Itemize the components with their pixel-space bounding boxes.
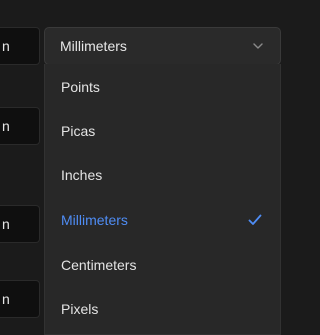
unit-field-2-value: n xyxy=(2,118,10,134)
unit-field-4-value: n xyxy=(2,291,10,307)
menu-item-centimeters[interactable]: Centimeters xyxy=(45,246,280,284)
menu-item-label: Picas xyxy=(61,123,96,139)
unit-field-2[interactable]: n xyxy=(0,107,40,145)
unit-field-1[interactable]: n xyxy=(0,27,40,65)
menu-item-pixels[interactable]: Pixels xyxy=(45,290,280,328)
unit-field-4[interactable]: n xyxy=(0,280,40,318)
units-dropdown-menu: Points Picas Inches Millimeters Centimet… xyxy=(44,64,281,335)
units-select[interactable]: Millimeters xyxy=(44,27,281,65)
units-panel: n n n n Millimeters Points Picas Inches … xyxy=(0,0,289,335)
menu-item-label: Pixels xyxy=(61,301,99,317)
menu-item-inches[interactable]: Inches xyxy=(45,156,280,194)
menu-item-points[interactable]: Points xyxy=(45,68,280,106)
menu-item-label: Points xyxy=(61,79,100,95)
menu-item-picas[interactable]: Picas xyxy=(45,112,280,150)
menu-item-label: Millimeters xyxy=(61,212,128,228)
units-select-value: Millimeters xyxy=(60,38,127,54)
unit-field-1-value: n xyxy=(2,38,10,54)
menu-item-millimeters[interactable]: Millimeters xyxy=(45,201,280,239)
checkmark-icon xyxy=(248,214,262,225)
menu-item-label: Inches xyxy=(61,167,103,183)
panel-edge xyxy=(282,0,289,335)
unit-field-3-value: n xyxy=(2,216,10,232)
chevron-down-icon xyxy=(253,43,263,49)
menu-item-label: Centimeters xyxy=(61,257,137,273)
unit-field-3[interactable]: n xyxy=(0,205,40,243)
